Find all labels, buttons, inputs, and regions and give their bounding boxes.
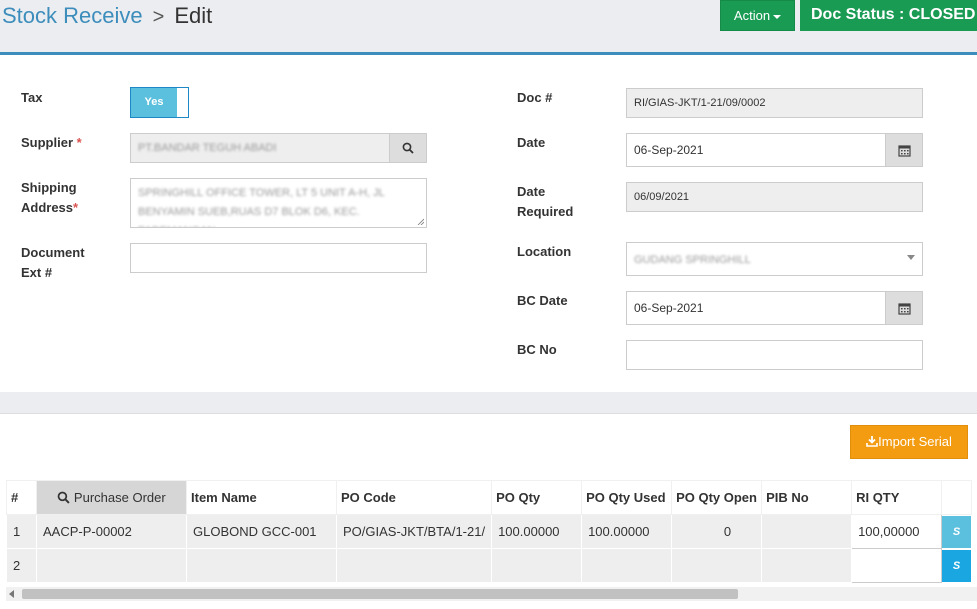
action-button-label: Action [733,8,771,23]
horizontal-scrollbar[interactable] [6,587,977,601]
action-dropdown-button[interactable]: Action [720,0,795,31]
column-header-item-name: Item Name [186,480,337,515]
supplier-search-button[interactable] [389,134,426,162]
download-icon [866,436,878,447]
column-header-po-qty-open: PO Qty Open [671,480,763,515]
bc-date-picker-button[interactable] [885,292,922,324]
item-name-cell: GLOBOND GCC-001 [186,514,337,549]
tax-toggle-label: Yes [131,88,177,117]
po-qty-used-cell [581,548,673,583]
column-header-po-code: PO Code [335,480,493,515]
shipping-address-value: SPRINGHILL OFFICE TOWER, LT 5 UNIT A-H, … [138,187,385,227]
location-select[interactable]: GUDANG SPRINGHILL [626,242,923,276]
bc-date-label: BC Date [517,293,568,308]
shipping-label-line2: Address [21,200,74,215]
row-number: 2 [6,548,37,583]
caret-down-icon [773,14,782,19]
caret-down-icon [907,255,915,260]
po-qty-cell [491,548,583,583]
date-value: 06-Sep-2021 [634,143,704,157]
shipping-address-label: Shipping Address* [21,178,78,218]
supplier-label-text: Supplier [21,135,74,150]
column-header-number: # [6,480,37,515]
shipping-address-textarea[interactable]: SPRINGHILL OFFICE TOWER, LT 5 UNIT A-H, … [130,178,427,228]
purchase-order-cell: AACP-P-00002 [36,514,187,549]
date-required-label: Date Required [517,182,573,222]
serial-button-cell: S [941,548,973,583]
po-qty-used-cell: 100.00000 [581,514,673,549]
required-asterisk: * [73,200,79,215]
column-header-ri-qty: RI QTY [851,480,943,515]
scroll-left-arrow-icon[interactable] [9,590,14,598]
calendar-icon [897,302,911,315]
column-header-serial [941,480,973,515]
supplier-value: PT.BANDAR TEGUH ABADI [138,142,277,154]
search-icon [57,491,70,504]
document-ext-input[interactable] [130,243,427,273]
tax-label: Tax [21,90,43,105]
breadcrumb-separator: > [152,6,165,28]
column-header-po-qty-used: PO Qty Used [581,480,673,515]
scrollbar-thumb[interactable] [22,589,738,599]
breadcrumb: Stock Receive > Edit [2,3,212,30]
docext-label-line2: Ext # [21,265,53,280]
shipping-label-line1: Shipping [21,180,77,195]
daterequired-label-line2: Required [517,204,574,219]
supplier-label: Supplier * [21,133,82,153]
breadcrumb-link-stock-receive[interactable]: Stock Receive [2,3,143,28]
po-qty-cell: 100.00000 [491,514,583,549]
purchase-order-cell [36,548,187,583]
required-asterisk: * [76,135,82,150]
column-header-po-qty: PO Qty [491,480,583,515]
search-icon [402,142,414,154]
doc-status-badge: Doc Status : CLOSED [800,0,977,31]
date-label: Date [517,135,546,150]
table-row: 2 S [6,548,973,583]
po-qty-open-cell: 0 [671,514,763,549]
item-name-cell [186,548,337,583]
column-header-purchase-order: Purchase Order [73,490,166,505]
serial-button[interactable]: S [942,549,971,582]
table-header-row: # Purchase Order Item Name PO Code PO Qt… [6,480,973,515]
date-picker-button[interactable] [885,134,922,166]
date-required-field: 06/09/2021 [626,182,923,212]
pib-no-cell [761,514,853,549]
document-form-panel: Tax Yes Supplier * PT.BANDAR TEGUH ABADI… [0,52,977,392]
ri-qty-input[interactable] [851,548,943,583]
purchase-order-lookup-button[interactable]: Purchase Order [36,480,187,515]
import-serial-button[interactable]: Import Serial [850,425,968,459]
column-header-pib-no: PIB No [761,480,853,515]
bc-date-input[interactable]: 06-Sep-2021 [626,291,923,325]
serial-button[interactable]: S [942,515,971,548]
tax-toggle[interactable]: Yes [130,87,189,118]
document-ext-label: Document Ext # [21,243,85,283]
doc-number-field: RI/GIAS-JKT/1-21/09/0002 [626,88,923,118]
row-number: 1 [6,514,37,549]
supplier-field[interactable]: PT.BANDAR TEGUH ABADI [130,133,427,163]
import-serial-label: Import Serial [878,434,952,449]
ri-qty-input[interactable]: 100,00000 [851,514,943,549]
po-qty-open-cell [671,548,763,583]
doc-number-label: Doc # [517,90,553,105]
docext-label-line1: Document [21,245,85,260]
calendar-icon [897,144,911,157]
location-value: GUDANG SPRINGHILL [634,254,751,266]
location-label: Location [517,244,572,259]
serial-button-cell: S [941,514,973,549]
table-row: 1 AACP-P-00002 GLOBOND GCC-001 PO/GIAS-J… [6,514,973,549]
breadcrumb-current: Edit [174,3,213,28]
pib-no-cell [761,548,853,583]
page-header: Stock Receive > Edit Action Doc Status : C… [0,0,977,42]
bc-no-input[interactable] [626,340,923,370]
po-code-cell [335,548,493,583]
resize-grip-icon[interactable] [417,218,424,225]
items-table: # Purchase Order Item Name PO Code PO Qt… [6,480,973,583]
date-input[interactable]: 06-Sep-2021 [626,133,923,167]
bc-date-value: 06-Sep-2021 [634,301,704,315]
daterequired-label-line1: Date [517,184,546,199]
bc-no-label: BC No [517,342,557,357]
po-code-cell: PO/GIAS-JKT/BTA/1-21/ [335,514,493,549]
